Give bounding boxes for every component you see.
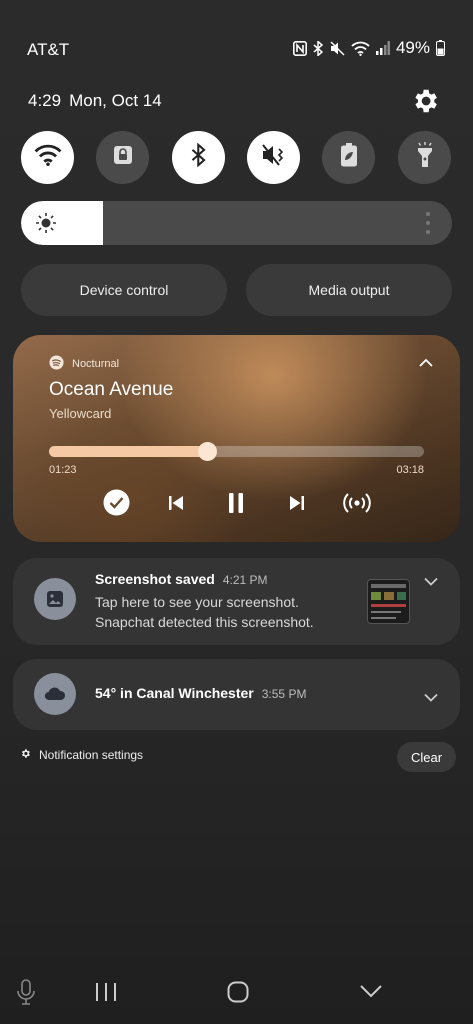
previous-button[interactable] [161, 490, 191, 520]
seek-bar[interactable] [49, 442, 424, 461]
carrier-label: AT&T [27, 40, 70, 59]
clear-button[interactable]: Clear [397, 742, 456, 772]
expand-chevron-icon[interactable] [424, 689, 438, 707]
flashlight-icon [416, 142, 434, 173]
notification-time: 3:55 PM [261, 687, 307, 701]
collapse-chevron-icon[interactable] [418, 355, 434, 373]
toggle-wifi[interactable] [21, 131, 74, 184]
notification-line: Tap here to see your screenshot. [95, 594, 299, 610]
sun-icon [35, 212, 57, 239]
leaf-battery-icon [340, 143, 358, 172]
spotify-icon [49, 355, 64, 373]
media-app: Nocturnal [49, 355, 119, 373]
battery-percent: 49% [395, 38, 430, 57]
status-icons: 49% [292, 38, 445, 58]
notification-title: 54° in Canal Winchester 3:55 PM [95, 685, 306, 701]
notification-screenshot[interactable]: Screenshot saved 4:21 PM Tap here to see … [13, 558, 460, 645]
cast-button[interactable] [342, 490, 372, 520]
recent-apps-icon[interactable] [95, 982, 117, 1007]
brightness-fill [21, 201, 103, 245]
date-label: Mon, Oct 14 [69, 91, 162, 110]
notification-title: Screenshot saved 4:21 PM [95, 571, 268, 587]
gallery-icon [34, 578, 76, 620]
notification-settings-label: Notification settings [39, 748, 144, 762]
media-player-card[interactable]: Nocturnal Ocean Avenue Yellowcard 01:23 … [13, 335, 460, 542]
cloud-icon [34, 673, 76, 715]
seek-bar-thumb[interactable] [197, 442, 217, 461]
toggle-rotation-lock[interactable] [96, 131, 149, 184]
clock-time: 4:29 [28, 91, 62, 110]
device-control-button[interactable]: Device control [21, 264, 227, 316]
check-circle-icon [103, 489, 130, 521]
notification-time: 4:21 PM [222, 573, 268, 587]
home-icon[interactable] [227, 981, 249, 1008]
seek-bar-progress [49, 446, 207, 457]
skip-next-icon [289, 495, 305, 516]
notification-title-text: 54° in Canal Winchester [95, 685, 254, 701]
notification-line: Snapchat detected this screenshot. [95, 614, 314, 630]
elapsed-time: 01:23 [49, 464, 77, 476]
signal-icon [375, 41, 390, 55]
toggle-flashlight[interactable] [398, 131, 451, 184]
more-options-icon[interactable] [426, 212, 430, 234]
nfc-icon [292, 40, 307, 56]
date-time: 4:29 Mon, Oct 14 [28, 91, 162, 111]
screenshot-thumbnail [367, 579, 410, 624]
total-duration: 03:18 [396, 464, 424, 476]
notification-body: Tap here to see your screenshot. Snapcha… [95, 592, 314, 632]
notification-title-text: Screenshot saved [95, 571, 215, 587]
collapse-panel-icon[interactable] [359, 984, 383, 1003]
toggle-sound-mute[interactable] [247, 131, 300, 184]
skip-previous-icon [168, 495, 184, 516]
media-output-button[interactable]: Media output [246, 264, 452, 316]
media-app-name: Nocturnal [72, 358, 120, 370]
broadcast-icon [343, 492, 371, 519]
song-title: Ocean Avenue [49, 379, 174, 400]
lock-icon [112, 144, 134, 171]
pause-button[interactable] [221, 490, 251, 520]
toggle-power-saving[interactable] [322, 131, 375, 184]
mute-icon [261, 143, 287, 172]
pause-icon [228, 492, 244, 518]
battery-icon [436, 40, 445, 56]
song-artist: Yellowcard [49, 406, 112, 421]
bluetooth-icon [313, 40, 324, 56]
notification-weather[interactable]: 54° in Canal Winchester 3:55 PM [13, 659, 460, 730]
wifi-icon [34, 144, 62, 171]
settings-gear-icon[interactable] [410, 86, 440, 116]
expand-chevron-icon[interactable] [424, 573, 438, 591]
mute-icon [330, 40, 345, 56]
gear-icon [20, 748, 31, 762]
notification-settings-link[interactable]: Notification settings [20, 748, 143, 762]
toggle-bluetooth[interactable] [172, 131, 225, 184]
bluetooth-icon [191, 142, 207, 172]
brightness-slider[interactable] [21, 201, 452, 245]
microphone-icon[interactable] [16, 978, 36, 1011]
wifi-icon [351, 41, 370, 56]
like-check-button[interactable] [101, 489, 131, 521]
next-button[interactable] [282, 490, 312, 520]
